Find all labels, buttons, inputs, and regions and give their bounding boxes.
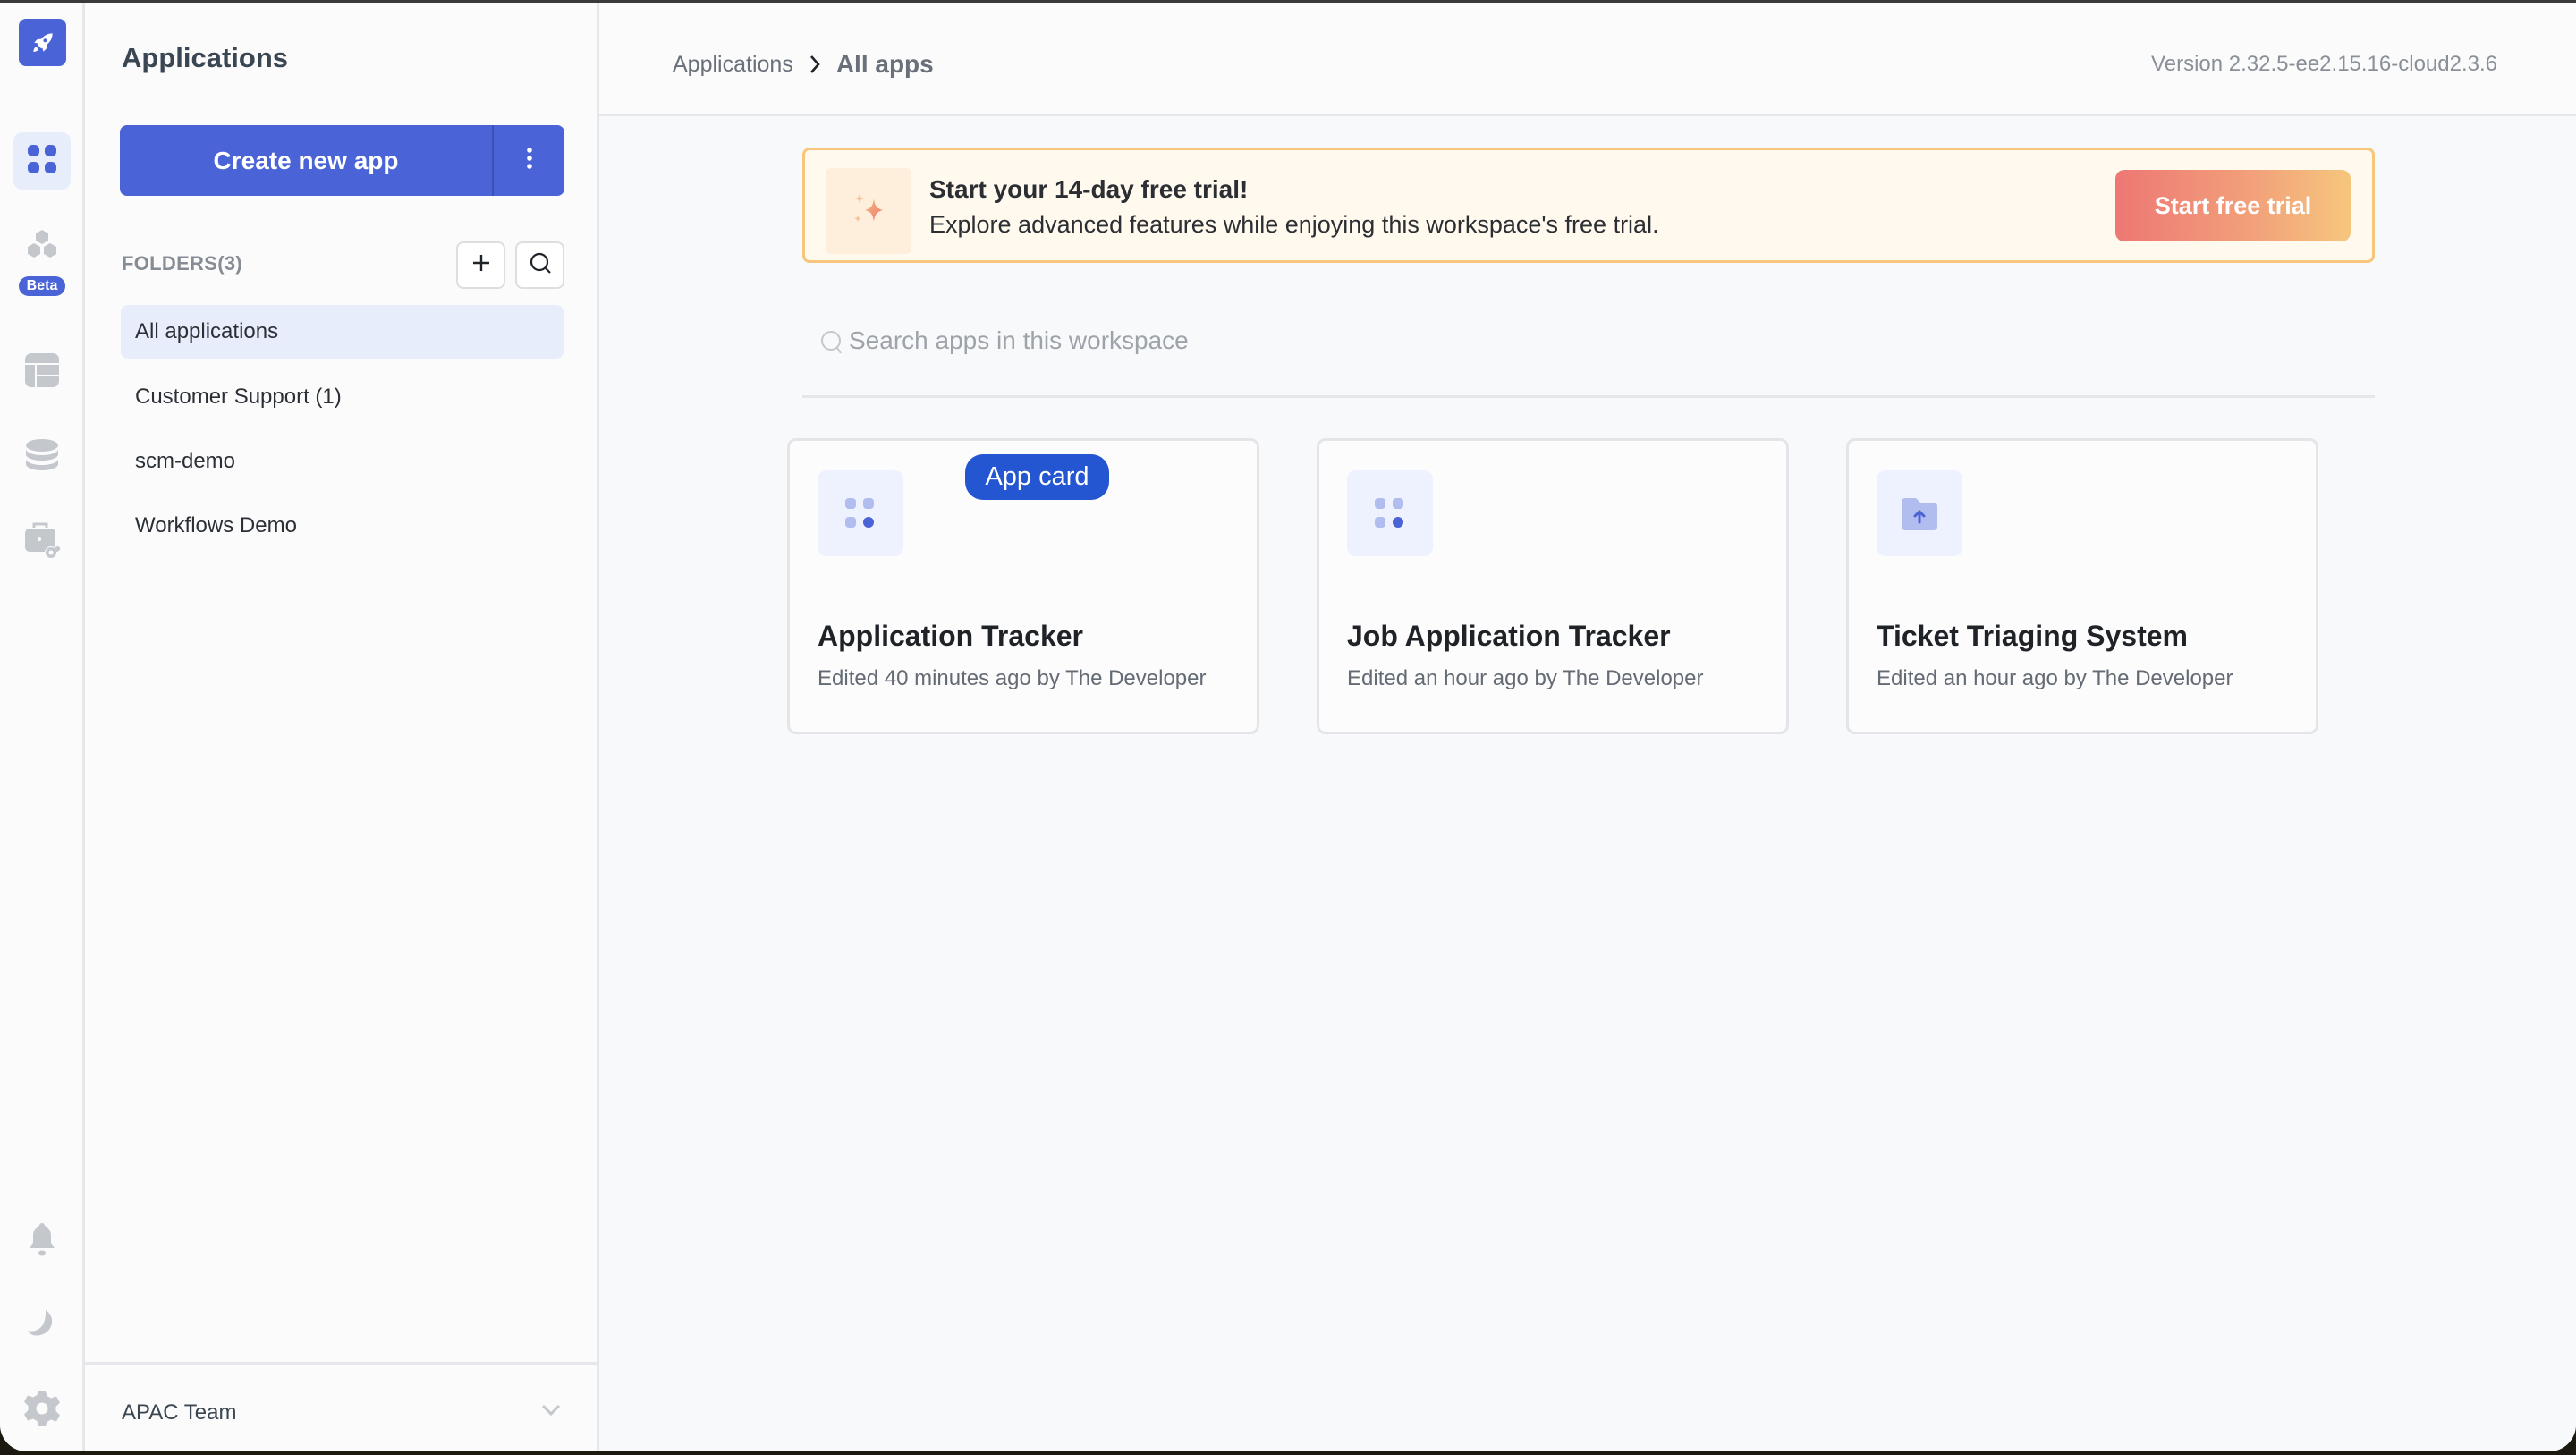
- rocket-logo-icon[interactable]: [19, 19, 66, 66]
- folder-label: scm-demo: [135, 449, 236, 473]
- sidebar-title: Applications: [122, 42, 289, 73]
- search-folders-button[interactable]: [515, 241, 564, 289]
- rail-workflows[interactable]: [13, 217, 71, 275]
- hexagons-icon: [25, 228, 59, 265]
- grid-icon: [26, 143, 58, 180]
- database-icon: [24, 437, 60, 478]
- rail-data-sources[interactable]: [13, 428, 71, 486]
- breadcrumb-current: All apps: [835, 50, 934, 78]
- app-name: Ticket Triaging System: [1877, 620, 2188, 652]
- toolkit-icon: [23, 520, 61, 566]
- kebab-menu-icon: [526, 147, 533, 174]
- folder-item-workflows-demo[interactable]: Workflows Demo: [121, 499, 564, 553]
- folder-label: Workflows Demo: [135, 513, 297, 537]
- rail-settings[interactable]: [13, 1382, 71, 1439]
- app-card[interactable]: App card Application Tracker Edited 40 m…: [787, 438, 1259, 734]
- folder-upload-icon: [1877, 470, 1962, 556]
- search-apps-input[interactable]: [849, 320, 2280, 361]
- add-folder-button[interactable]: [456, 241, 505, 289]
- bell-icon: [29, 1222, 55, 1262]
- workspace-name: APAC Team: [122, 1400, 237, 1425]
- breadcrumb-applications[interactable]: Applications: [673, 52, 793, 78]
- plus-icon: [471, 253, 491, 277]
- table-icon: [24, 352, 60, 393]
- folders-heading: FOLDERS(3): [122, 252, 242, 275]
- sparkles-icon: [826, 168, 911, 254]
- workspace-switcher[interactable]: APAC Team: [85, 1362, 597, 1451]
- folder-item-all-applications[interactable]: All applications: [121, 305, 564, 359]
- create-options-button[interactable]: [494, 125, 564, 196]
- app-name: Job Application Tracker: [1347, 620, 1671, 652]
- create-new-app-button[interactable]: Create new app: [120, 125, 494, 196]
- version-label: Version 2.32.5-ee2.15.16-cloud2.3.6: [2151, 52, 2497, 76]
- rail-database-tables[interactable]: [13, 343, 71, 401]
- folder-item-customer-support[interactable]: Customer Support (1): [121, 370, 564, 424]
- apps-grid-icon: [818, 470, 903, 556]
- app-search: [802, 311, 2375, 398]
- page-header: Applications All apps Version 2.32.5-ee2…: [599, 3, 2576, 116]
- folder-label: All applications: [135, 319, 279, 343]
- folder-label: Customer Support (1): [135, 385, 342, 409]
- app-name: Application Tracker: [818, 620, 1083, 652]
- app-card[interactable]: Ticket Triaging System Edited an hour ag…: [1846, 438, 2318, 734]
- app-edited-meta: Edited an hour ago by The Developer: [1877, 666, 2233, 690]
- start-free-trial-button[interactable]: Start free trial: [2115, 170, 2351, 241]
- apps-grid-icon: [1347, 470, 1433, 556]
- banner-subtitle: Explore advanced features while enjoying…: [929, 211, 1659, 238]
- folder-item-scm-demo[interactable]: scm-demo: [121, 435, 564, 488]
- search-icon: [820, 329, 843, 360]
- search-icon: [529, 251, 552, 279]
- banner-title: Start your 14-day free trial!: [929, 175, 1249, 203]
- app-card[interactable]: Job Application Tracker Edited an hour a…: [1317, 438, 1789, 734]
- breadcrumb: Applications All apps: [673, 50, 934, 79]
- app-edited-meta: Edited 40 minutes ago by The Developer: [818, 666, 1207, 690]
- beta-badge: Beta: [19, 276, 65, 296]
- chevron-down-icon: [541, 1404, 561, 1421]
- gear-icon: [24, 1390, 60, 1432]
- rail-marketplace[interactable]: [13, 514, 71, 571]
- app-card-tooltip: App card: [965, 454, 1109, 500]
- rail-notifications[interactable]: [13, 1213, 71, 1270]
- trial-banner: Start your 14-day free trial! Explore ad…: [802, 148, 2375, 263]
- folder-sidebar: Applications Create new app FOLDERS(3) A…: [85, 3, 599, 1451]
- icon-rail: Beta: [0, 3, 85, 1451]
- rail-theme-toggle[interactable]: [13, 1299, 71, 1356]
- main-content: Applications All apps Version 2.32.5-ee2…: [599, 3, 2576, 1451]
- app-edited-meta: Edited an hour ago by The Developer: [1347, 666, 1704, 690]
- app-window: Beta Applications Create new app FOLDERS…: [0, 0, 2576, 1451]
- moon-icon: [28, 1308, 56, 1347]
- chevron-right-icon: [809, 55, 820, 74]
- create-app-split-button: Create new app: [120, 125, 564, 196]
- rail-apps[interactable]: [13, 132, 71, 190]
